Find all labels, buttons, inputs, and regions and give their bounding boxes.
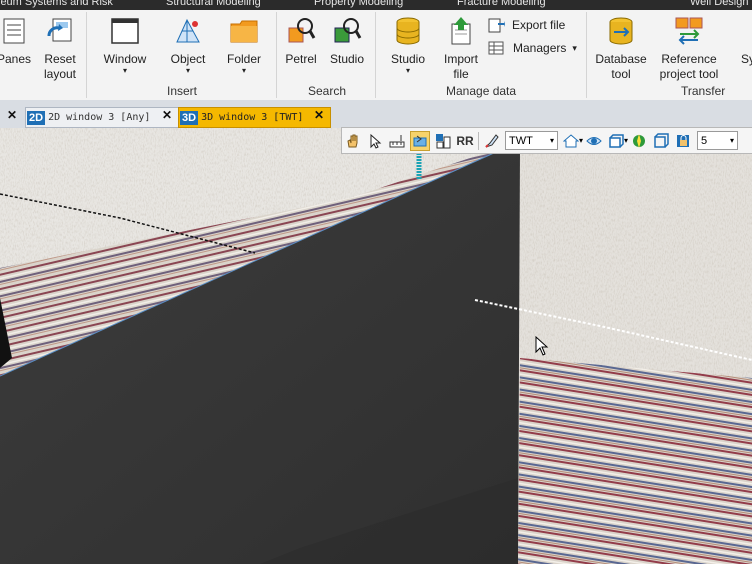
manage-data-group-label: Manage data [446, 84, 517, 98]
import-file-icon [451, 17, 471, 45]
3d-badge-icon: 3D [180, 110, 199, 125]
folder-label: Folder [226, 52, 261, 66]
studio-label: Studio [390, 52, 426, 66]
managers-dropdown-icon: ▾ [572, 42, 577, 53]
right-seismic-bands [518, 358, 752, 564]
seismic-scene [0, 128, 752, 564]
object-button[interactable]: Object ▾ [163, 16, 213, 75]
menu-structural-modeling[interactable]: Structural Modeling [166, 0, 261, 8]
ribbon-separator [375, 12, 376, 98]
window-icon [111, 18, 139, 44]
home-dropdown-icon[interactable]: ▾ [579, 136, 583, 145]
database-tool-button[interactable]: Database tool [593, 16, 649, 82]
close-icon[interactable]: ✕ [162, 108, 172, 122]
folder-dropdown-icon: ▾ [241, 66, 246, 75]
3d-window-toolbar: RR TWT ▾ ▾ ▾ 5 ▾ [341, 127, 752, 154]
studio-search-button[interactable]: Studio [327, 16, 367, 67]
object-label: Object [170, 52, 206, 66]
object-dropdown-icon: ▾ [185, 66, 190, 75]
folder-button[interactable]: Folder ▾ [220, 16, 268, 75]
managers-button[interactable]: Managers ▾ [487, 39, 577, 57]
studio-button[interactable]: Studio ▾ [387, 16, 429, 75]
search-group-label: Search [308, 84, 347, 98]
2d-badge-icon: 2D [27, 110, 46, 125]
close-icon[interactable]: ✕ [7, 108, 17, 122]
domain-select[interactable]: TWT ▾ [505, 131, 558, 150]
cube-view-dropdown-icon[interactable]: ▾ [624, 136, 628, 145]
close-icon[interactable]: ✕ [314, 108, 324, 122]
tab-3d-window-3[interactable]: 3D 3D window 3 [TWT] [178, 107, 331, 128]
petrel-search-icon [288, 18, 316, 43]
ribbon-separator [86, 12, 87, 98]
reference-project-tool-label: Reference project tool [659, 52, 719, 81]
petrel-search-label: Petrel [285, 52, 317, 66]
reference-project-tool-icon [675, 17, 703, 45]
menu-well-design[interactable]: Well Design [690, 0, 749, 8]
tab-label: 3D window 3 [TWT] [201, 112, 304, 123]
reset-layout-icon [47, 18, 72, 42]
box-frame-icon[interactable] [652, 132, 670, 150]
chevron-down-icon: ▾ [730, 136, 735, 145]
database-icon [396, 17, 420, 45]
reference-project-tool-button[interactable]: Reference project tool [654, 16, 724, 82]
reset-layout-label: Reset layout [43, 52, 77, 81]
chevron-down-icon: ▾ [549, 136, 554, 145]
database-tool-label: Database tool [595, 52, 647, 81]
top-menu-bar: leum Systems and Risk Structural Modelin… [0, 0, 752, 10]
window-label: Window [103, 52, 147, 66]
select-arrow-icon[interactable] [366, 132, 384, 150]
folder-icon [230, 20, 258, 43]
export-file-button[interactable]: Export file [487, 16, 565, 34]
panes-button[interactable]: Panes [0, 16, 34, 67]
menu-property-modeling[interactable]: Property Modeling [314, 0, 403, 8]
studio-search-icon [334, 18, 362, 43]
rr-icon[interactable]: RR [456, 132, 474, 150]
draw-tool-icon[interactable] [483, 132, 501, 150]
eye-icon[interactable] [585, 132, 603, 150]
database-tool-icon [609, 17, 633, 45]
layout-icon[interactable] [434, 132, 452, 150]
sy-label: Sy [740, 52, 752, 66]
ribbon-separator [276, 12, 277, 98]
window-dropdown-icon: ▾ [122, 66, 127, 75]
tab-label: 2D window 3 [Any] [48, 112, 151, 123]
3d-viewport[interactable] [0, 128, 752, 564]
petrel-search-button[interactable]: Petrel [281, 16, 321, 67]
studio-search-label: Studio [329, 52, 365, 66]
toolbar-separator [478, 131, 479, 150]
pan-hand-icon[interactable] [344, 132, 362, 150]
menu-fracture-modeling[interactable]: Fracture Modeling [457, 0, 546, 8]
domain-select-value: TWT [509, 134, 533, 147]
window-button[interactable]: Window ▾ [100, 16, 150, 75]
import-file-button[interactable]: Import file [440, 16, 482, 82]
insert-group-label: Insert [167, 84, 198, 98]
zscale-select-value: 5 [701, 134, 708, 147]
ribbon: Panes Reset layout Window ▾ Object ▾ Fol… [0, 10, 752, 101]
ribbon-separator [586, 12, 587, 98]
cube-view-icon[interactable] [607, 132, 625, 150]
managers-label: Managers [513, 41, 567, 55]
export-file-icon [488, 18, 505, 33]
object-icon [176, 18, 200, 43]
menu-petroleum-systems[interactable]: leum Systems and Risk [0, 0, 113, 8]
export-file-label: Export file [512, 18, 566, 32]
view-mode-icon[interactable] [410, 130, 430, 151]
panes-icon [3, 18, 25, 44]
lock-icon[interactable] [674, 132, 692, 150]
zscale-select[interactable]: 5 ▾ [697, 131, 739, 150]
measure-icon[interactable] [388, 132, 406, 150]
compass-icon[interactable] [630, 132, 648, 150]
studio-dropdown-icon: ▾ [405, 66, 410, 75]
import-file-label: Import file [443, 52, 478, 81]
reset-layout-button[interactable]: Reset layout [38, 16, 82, 82]
home-icon[interactable] [562, 132, 580, 150]
sy-button[interactable]: Sy [738, 52, 752, 67]
transfer-group-label: Transfer [681, 84, 726, 98]
panes-label: Panes [0, 52, 32, 66]
managers-icon [488, 41, 504, 55]
tab-2d-window-3[interactable]: 2D 2D window 3 [Any] [25, 107, 179, 128]
window-tabs-bar: ✕ 2D 2D window 3 [Any] ✕ 3D 3D window 3 … [0, 100, 752, 128]
